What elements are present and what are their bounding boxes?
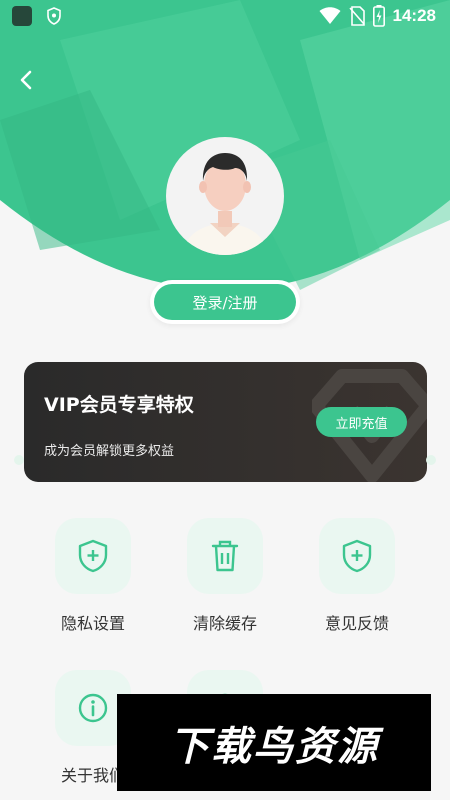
vip-subtitle: 成为会员解锁更多权益	[44, 444, 175, 459]
no-sim-icon	[348, 6, 365, 26]
back-button[interactable]	[12, 66, 40, 94]
avatar[interactable]	[166, 137, 284, 255]
grid-item-feedback[interactable]: 意见反馈	[297, 518, 417, 648]
vip-title: VIP会员专享特权	[44, 394, 194, 416]
recharge-button[interactable]: 立即充值	[316, 407, 407, 437]
grid-item-privacy-settings[interactable]: 隐私设置	[33, 518, 153, 648]
app-icon	[12, 6, 32, 26]
decor-dot-right	[426, 455, 436, 465]
battery-icon	[372, 5, 385, 27]
grid-label: 清除缓存	[192, 614, 257, 633]
login-register-label: 登录/注册	[154, 284, 296, 320]
shield-plus-icon	[342, 539, 372, 573]
feedback-tile	[319, 518, 395, 594]
grid-item-clear-cache[interactable]: 清除缓存	[165, 518, 285, 648]
trash-icon	[211, 540, 239, 572]
shield-plus-icon	[78, 539, 108, 573]
default-avatar-icon	[182, 153, 268, 255]
decor-dot-left	[14, 455, 24, 465]
vip-card[interactable]: VIP会员专享特权 成为会员解锁更多权益 立即充值	[24, 362, 427, 482]
chevron-left-icon	[20, 70, 32, 90]
info-icon	[78, 693, 108, 723]
status-bar: 14:28	[0, 0, 450, 32]
login-register-button[interactable]: 登录/注册	[150, 280, 300, 324]
clock-time: 14:28	[392, 6, 436, 25]
wifi-icon	[319, 7, 341, 24]
shield-icon	[47, 7, 61, 25]
cache-tile	[187, 518, 263, 594]
watermark-banner: 下载鸟资源	[117, 694, 431, 791]
grid-label: 意见反馈	[324, 614, 389, 633]
privacy-tile	[55, 518, 131, 594]
grid-label: 隐私设置	[60, 614, 125, 633]
